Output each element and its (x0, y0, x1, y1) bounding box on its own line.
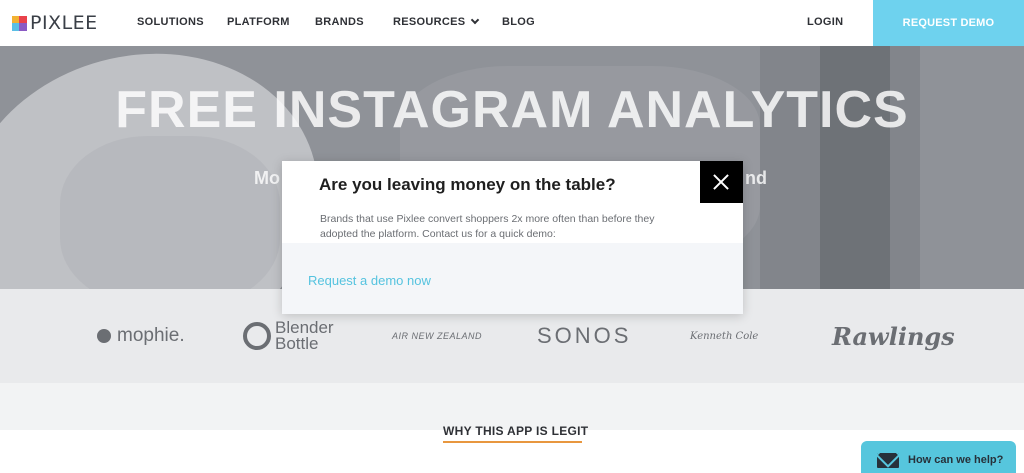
mophie-icon (97, 329, 111, 343)
close-icon[interactable] (700, 161, 743, 203)
brand-mophie-text: mophie. (117, 325, 185, 346)
modal-title: Are you leaving money on the table? (319, 175, 616, 194)
section-title: WHY THIS APP IS LEGIT (443, 424, 589, 438)
hero-subtitle-left: Mo (254, 168, 280, 188)
top-navigation: PIXLEE SOLUTIONS PLATFORM BRANDS RESOURC… (0, 0, 1024, 46)
nav-item-resources-label: RESOURCES (393, 16, 466, 28)
nav-item-resources[interactable]: RESOURCES (393, 15, 480, 28)
nav-item-brands[interactable]: BRANDS (315, 16, 364, 28)
chevron-down-icon (471, 15, 480, 25)
envelope-icon (877, 452, 899, 468)
pixlee-logo-icon (12, 15, 27, 31)
blender-bottle-icon (243, 322, 271, 350)
hero-title: FREE INSTAGRAM ANALYTICS (115, 81, 909, 139)
nav-item-platform[interactable]: PLATFORM (227, 16, 290, 28)
brand-blender-text: Blender Bottle (275, 319, 334, 353)
exit-intent-modal: Are you leaving money on the table? Bran… (282, 161, 743, 314)
logo-text: PIXLEE (30, 12, 98, 34)
nav-item-blog[interactable]: BLOG (502, 16, 535, 28)
section-title-underline (443, 441, 582, 443)
hero-background-shape (60, 136, 280, 289)
login-link[interactable]: LOGIN (807, 16, 843, 28)
brand-logo-mophie: mophie. (97, 289, 185, 383)
brand-blender-line2: Bottle (275, 334, 319, 353)
brand-logo-rawlings: Rawlings (832, 321, 955, 351)
request-demo-button[interactable]: REQUEST DEMO (873, 0, 1024, 46)
hero-subtitle-right: nd (745, 168, 767, 188)
chat-widget-label: How can we help? (908, 454, 1004, 466)
modal-body-text: Brands that use Pixlee convert shoppers … (320, 213, 655, 240)
pixlee-logo[interactable]: PIXLEE (12, 12, 98, 34)
nav-item-solutions[interactable]: SOLUTIONS (137, 16, 204, 28)
chat-widget-button[interactable]: How can we help? (861, 441, 1016, 473)
request-demo-link[interactable]: Request a demo now (308, 273, 431, 288)
